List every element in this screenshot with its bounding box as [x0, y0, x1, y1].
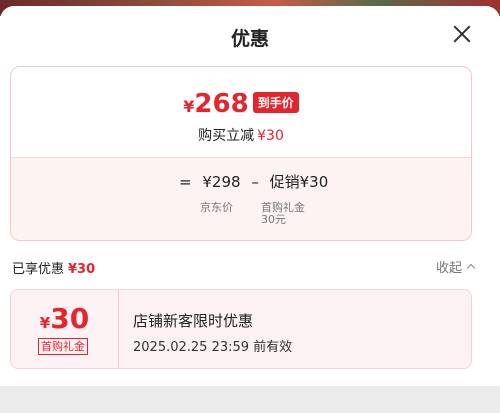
- equals-sign: =: [179, 173, 192, 191]
- price-card: ¥268 到手价 购买立减 ¥30 = ¥298 – 促销¥30 京东价 首购礼金 …: [10, 66, 472, 241]
- collapse-button[interactable]: 收起: [435, 257, 476, 276]
- enjoyed-amount: ¥30: [68, 262, 96, 277]
- gift-amount: 30元: [261, 213, 286, 226]
- enjoyed-discount: 已享优惠 ¥30: [12, 258, 95, 277]
- save-line: 购买立减 ¥30: [11, 125, 471, 145]
- footer-gap: [0, 390, 500, 413]
- save-amount: ¥30: [257, 128, 284, 144]
- jd-price-label: 京东价: [200, 201, 233, 214]
- final-price-line: ¥268 到手价: [11, 89, 471, 119]
- gift-label-group: 首购礼金 30元: [261, 202, 305, 226]
- coupon-value-panel: ¥30 首购礼金: [11, 290, 119, 368]
- jd-price: ¥298: [202, 173, 241, 191]
- final-price-tag: 到手价: [252, 92, 299, 113]
- coupon-value: 30: [50, 302, 90, 335]
- price-formula: = ¥298 – 促销¥30: [179, 171, 334, 192]
- sheet-title: 优惠: [230, 28, 269, 50]
- coupon-name: 店铺新客限时优惠: [133, 312, 254, 330]
- discount-sheet: 优惠 ¥268 到手价 购买立减 ¥30 = ¥298 – 促销¥30 京东价 首购…: [0, 6, 500, 386]
- chevron-up-icon: [466, 263, 476, 273]
- currency-symbol: ¥: [183, 97, 195, 116]
- collapse-label: 收起: [435, 261, 462, 276]
- final-price: 268: [194, 89, 249, 119]
- coupon-amount: ¥30: [11, 302, 118, 335]
- coupon-expiry: 2025.02.25 23:59 前有效: [133, 340, 293, 355]
- save-text: 购买立减: [198, 128, 255, 144]
- minus-sign: –: [251, 173, 259, 191]
- price-summary: ¥268 到手价 购买立减 ¥30: [11, 67, 471, 157]
- enjoyed-label: 已享优惠: [12, 262, 65, 277]
- price-breakdown: = ¥298 – 促销¥30 京东价 首购礼金 30元: [11, 157, 471, 240]
- coupon-type-badge: 首购礼金: [38, 338, 88, 355]
- close-icon[interactable]: [452, 24, 472, 44]
- coupon-currency: ¥: [39, 314, 51, 332]
- promo-amount: 促销¥30: [269, 173, 329, 191]
- coupon-card[interactable]: ¥30 首购礼金 店铺新客限时优惠 2025.02.25 23:59 前有效: [10, 289, 472, 369]
